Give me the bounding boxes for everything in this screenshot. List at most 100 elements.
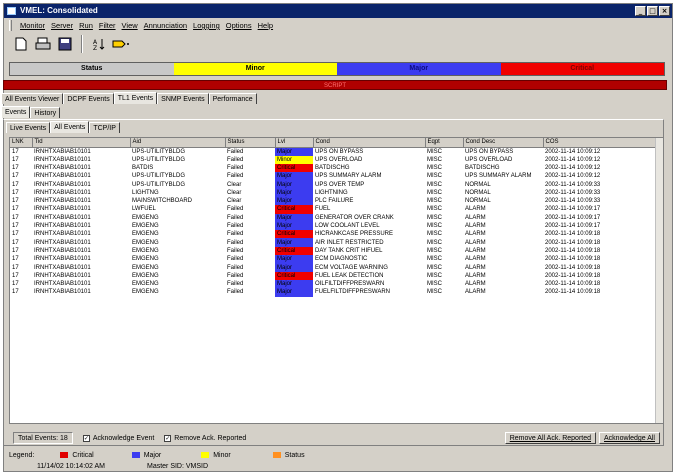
cell-tid: IRNHTXABIAB10101 (34, 164, 91, 171)
cell-cond-desc: ALARM (465, 223, 486, 230)
cell-lvl: Minor (275, 155, 313, 164)
table-row[interactable]: 17 IRNHTXABIAB10101 MAINSWITCHBOARD Clear Ma… (10, 196, 663, 206)
table-row[interactable]: 17 IRNHTXABIAB10101 UPS-UTILITYBLDG Clear Ma… (10, 180, 663, 189)
remove-ack-reported-checkbox[interactable]: ✓ (164, 434, 172, 442)
cell-lvl: Major (275, 238, 313, 247)
cell-cond-desc: ALARM (465, 289, 486, 296)
tab-live-events[interactable]: Live Events (6, 122, 51, 133)
table-row[interactable]: 17 IRNHTXABIAB10101 EMGENG Failed Major ECM D… (10, 255, 663, 264)
acknowledge-all-button[interactable]: Acknowledge All (599, 432, 660, 444)
app-icon (7, 7, 16, 15)
cell-eqpt: MISC (427, 264, 442, 271)
table-row[interactable]: 17 IRNHTXABIAB10101 EMGENG Failed Major OILFI… (10, 279, 663, 289)
menu-logging[interactable]: Logging (193, 21, 220, 30)
cell-lnk: 17 (12, 281, 19, 288)
cell-status: Failed (227, 164, 244, 171)
menu-help[interactable]: Help (258, 21, 273, 30)
menu-server[interactable]: Server (51, 21, 73, 30)
col-tid[interactable]: Tid (32, 138, 131, 148)
cell-lvl: Major (275, 263, 313, 272)
cell-eqpt: MISC (427, 181, 442, 188)
table-row[interactable]: 17 IRNHTXABIAB10101 EMGENG Failed Critical DA… (10, 246, 663, 256)
cell-cond-desc: NORMAL (465, 181, 491, 188)
tab-dcpf-events[interactable]: DCPF Events (63, 93, 114, 104)
table-row[interactable]: 17 IRNHTXABIAB10101 EMGENG Failed Major AIR I… (10, 238, 663, 247)
menu-filter[interactable]: Filter (99, 21, 116, 30)
table-row[interactable]: 17 IRNHTXABIAB10101 UPS-UTILITYBLDG Failed M… (10, 155, 663, 164)
legend-minor-swatch (201, 452, 210, 459)
vertical-scrollbar[interactable] (655, 138, 663, 423)
cell-lvl: Major (275, 196, 313, 206)
table-row[interactable]: 17 IRNHTXABIAB10101 EMGENG Failed Major ECM V… (10, 263, 663, 272)
col-lvl[interactable]: Lvl (275, 138, 314, 148)
maximize-button[interactable]: □ (647, 6, 658, 16)
col-aid[interactable]: Aid (130, 138, 226, 148)
tab-events[interactable]: Events (1, 106, 31, 118)
tab-tl1-events[interactable]: TL1 Events (113, 92, 158, 104)
table-row[interactable]: 17 IRNHTXABIAB10101 LIGHTNG Clear Major LIGHT… (10, 188, 663, 197)
menu-options[interactable]: Options (226, 21, 252, 30)
remove-all-ack-reported-button[interactable]: Remove All Ack. Reported (504, 432, 597, 444)
severity-major[interactable]: Major (337, 63, 501, 75)
table-row[interactable]: 17 IRNHTXABIAB10101 UPS-UTILITYBLDG Failed M… (10, 147, 663, 156)
new-icon[interactable] (12, 35, 30, 53)
tab-all-events-viewer[interactable]: All Events Viewer (1, 93, 64, 104)
col-cond[interactable]: Cond (313, 138, 426, 148)
table-row[interactable]: 17 IRNHTXABIAB10101 EMGENG Failed Major FUELF… (10, 288, 663, 297)
menu-run[interactable]: Run (79, 21, 93, 30)
legend-status-label: Status (284, 452, 305, 459)
cell-tid: IRNHTXABIAB10101 (34, 189, 91, 196)
col-cond-desc[interactable]: Cond Desc (463, 138, 544, 148)
tab-tcpip[interactable]: TCP/IP (89, 122, 120, 133)
table-row[interactable]: 17 IRNHTXABIAB10101 EMGENG Failed Critical FU… (10, 271, 663, 280)
cell-eqpt: MISC (427, 189, 442, 196)
table-row[interactable]: 17 IRNHTXABIAB10101 LWFUEL Failed Critical FU… (10, 205, 663, 214)
menu-view[interactable]: View (122, 21, 138, 30)
table-row[interactable]: 17 IRNHTXABIAB10101 EMGENG Failed Major GENER… (10, 213, 663, 222)
menu-monitor[interactable]: Monitor (20, 21, 45, 30)
sort-icon[interactable]: AZ (90, 35, 108, 53)
tab-history[interactable]: History (30, 107, 61, 118)
cell-cond: HICRANKCASE PRESSURE (315, 231, 394, 238)
col-lnk[interactable]: LNK (10, 138, 33, 148)
severity-status[interactable]: Status (10, 63, 174, 75)
col-cos[interactable]: COS (543, 138, 663, 148)
cell-eqpt: MISC (427, 198, 442, 205)
col-status[interactable]: Status (225, 138, 276, 148)
cell-tid: IRNHTXABIAB10101 (34, 223, 91, 230)
cell-lnk: 17 (12, 148, 19, 155)
cell-status: Failed (227, 231, 244, 238)
cell-cond-desc: ALARM (465, 264, 486, 271)
menu-grip (9, 20, 12, 31)
cell-cos: 2002-11-14 10:09:18 (545, 289, 601, 296)
cell-tid: IRNHTXABIAB10101 (34, 272, 91, 279)
cell-eqpt: MISC (427, 289, 442, 296)
remove-ack-reported-label: Remove Ack. Reported (174, 434, 247, 442)
save-icon[interactable] (56, 35, 74, 53)
filter-icon[interactable] (112, 35, 130, 53)
cell-tid: IRNHTXABIAB10101 (34, 181, 91, 188)
minimize-button[interactable]: _ (635, 6, 646, 16)
tab-performance[interactable]: Performance (208, 93, 257, 104)
cell-aid: EMGENG (132, 272, 159, 279)
tab-snmp-events[interactable]: SNMP Events (157, 93, 209, 104)
severity-critical[interactable]: Critical (500, 63, 664, 75)
table-row[interactable]: 17 IRNHTXABIAB10101 UPS-UTILITYBLDG Failed M… (10, 172, 663, 181)
cell-lvl: Major (275, 279, 313, 289)
cell-status: Failed (227, 148, 244, 155)
cell-cond: LIGHTNING (315, 189, 348, 196)
cell-cond-desc: UPS ON BYPASS (465, 148, 514, 155)
close-button[interactable]: × (659, 6, 670, 16)
title-bar[interactable]: VMEL: Consolidated _ □ × (4, 4, 672, 18)
table-row[interactable]: 17 IRNHTXABIAB10101 EMGENG Failed Major LOW C… (10, 221, 663, 231)
table-row[interactable]: 17 IRNHTXABIAB10101 EMGENG Failed Critical HI… (10, 230, 663, 239)
acknowledge-event-checkbox[interactable]: ✓ (82, 434, 90, 442)
table-row[interactable]: 17 IRNHTXABIAB10101 BATDIS Failed Critical BA… (10, 163, 663, 173)
col-eqpt[interactable]: Eqpt (425, 138, 464, 148)
tab-all-events[interactable]: All Events (50, 121, 90, 133)
print-icon[interactable] (34, 35, 52, 53)
cell-cond: BATDISCHG (315, 164, 350, 171)
severity-minor[interactable]: Minor (173, 63, 337, 75)
menu-annunciation[interactable]: Annunciation (144, 21, 187, 30)
cell-cos: 2002-11-14 10:09:12 (545, 164, 601, 171)
